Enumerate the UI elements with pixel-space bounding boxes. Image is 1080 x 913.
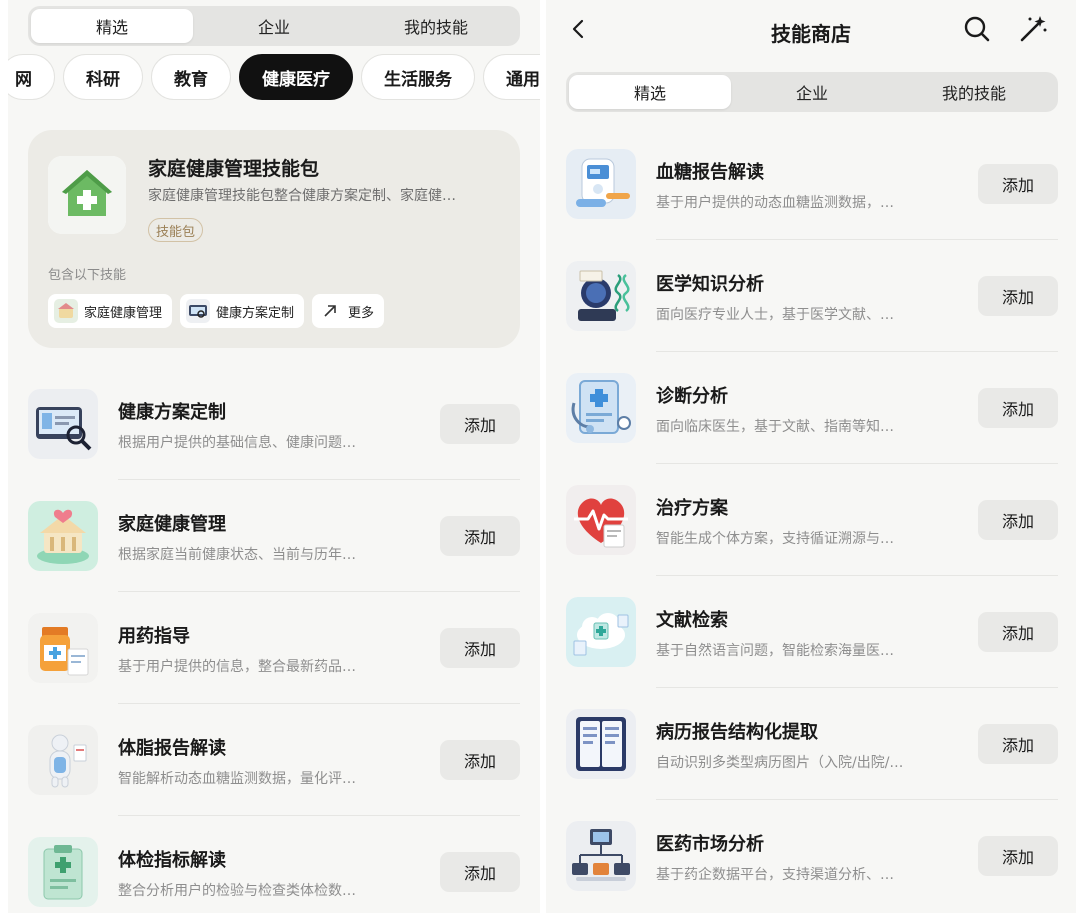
heart-pulse-icon <box>566 485 636 555</box>
add-button[interactable]: 添加 <box>978 836 1058 876</box>
item-description: 面向医疗专业人士，基于医学文献、… <box>656 307 894 323</box>
add-button[interactable]: 添加 <box>440 740 520 780</box>
item-title: 用药指导 <box>118 626 190 647</box>
add-button[interactable]: 添加 <box>978 388 1058 428</box>
tab-featured[interactable]: 精选 <box>569 75 731 109</box>
package-skill-list: 家庭健康管理 健康方案定制 更多 <box>48 294 385 328</box>
category-chip[interactable]: 网 <box>8 54 55 100</box>
list-item[interactable]: 医学知识分析 面向医疗专业人士，基于医学文献、… 添加 <box>566 240 1058 352</box>
category-chip-general[interactable]: 通用工 <box>483 54 540 100</box>
package-skill-label: 家庭健康管理 <box>84 305 163 321</box>
package-skill-family-health[interactable]: 家庭健康管理 <box>48 294 173 328</box>
health-plan-icon <box>28 389 98 459</box>
list-item[interactable]: 文献检索 基于自然语言问题，智能检索海量医… 添加 <box>566 576 1058 688</box>
package-title: 家庭健康管理技能包 <box>148 158 320 180</box>
item-title: 血糖报告解读 <box>656 162 764 183</box>
item-description: 面向临床医生，基于文献、指南等知… <box>656 419 894 435</box>
literature-cloud-icon <box>566 597 636 667</box>
list-item[interactable]: 医药市场分析 基于药企数据平台，支持渠道分析、… 添加 <box>566 800 1058 912</box>
add-button[interactable]: 添加 <box>440 628 520 668</box>
item-description: 基于自然语言问题，智能检索海量医… <box>656 643 894 659</box>
add-button[interactable]: 添加 <box>440 516 520 556</box>
list-item[interactable]: 健康方案定制 根据用户提供的基础信息、健康问题… 添加 <box>28 368 520 480</box>
search-button[interactable] <box>962 16 992 46</box>
skill-package-card[interactable]: 家庭健康管理技能包 家庭健康管理技能包整合健康方案定制、家庭健… 技能包 包含以… <box>28 130 520 348</box>
add-button[interactable]: 添加 <box>978 276 1058 316</box>
brain-dna-icon <box>566 261 636 331</box>
right-screen: 技能商店 精选 企业 我的技能 血糖报告解读 基于用户提供的动态血糖监测数据，…… <box>546 0 1076 913</box>
list-item[interactable]: 家庭健康管理 根据家庭当前健康状态、当前与历年… 添加 <box>28 480 520 592</box>
magic-wand-button[interactable] <box>1018 16 1048 46</box>
item-description: 自动识别多类型病历图片（入院/出院/… <box>656 755 904 771</box>
house-plus-icon <box>48 156 126 234</box>
item-title: 健康方案定制 <box>118 402 226 423</box>
add-button[interactable]: 添加 <box>978 500 1058 540</box>
list-item[interactable]: 诊断分析 面向临床医生，基于文献、指南等知… 添加 <box>566 352 1058 464</box>
item-title: 体脂报告解读 <box>118 738 226 759</box>
item-description: 基于用户提供的动态血糖监测数据，… <box>656 195 894 211</box>
list-item[interactable]: 治疗方案 智能生成个体方案，支持循证溯源与… 添加 <box>566 464 1058 576</box>
item-title: 病历报告结构化提取 <box>656 722 818 743</box>
item-title: 治疗方案 <box>656 498 728 519</box>
add-button[interactable]: 添加 <box>440 404 520 444</box>
tab-enterprise[interactable]: 企业 <box>731 75 893 109</box>
item-description: 根据用户提供的基础信息、健康问题… <box>118 435 356 451</box>
package-skill-label: 健康方案定制 <box>216 305 295 321</box>
add-button[interactable]: 添加 <box>978 164 1058 204</box>
search-icon <box>963 15 991 47</box>
add-button[interactable]: 添加 <box>440 852 520 892</box>
item-description: 基于药企数据平台，支持渠道分析、… <box>656 867 894 883</box>
package-skill-health-plan[interactable]: 健康方案定制 <box>180 294 305 328</box>
tab-featured[interactable]: 精选 <box>31 9 193 43</box>
category-chip-life-service[interactable]: 生活服务 <box>361 54 475 100</box>
category-chip-health[interactable]: 健康医疗 <box>239 54 353 100</box>
diagnosis-tablet-icon <box>566 373 636 443</box>
package-tag: 技能包 <box>148 218 204 242</box>
health-plan-icon <box>186 299 211 323</box>
checkup-clipboard-icon <box>28 837 98 907</box>
market-network-icon <box>566 821 636 891</box>
glucose-meter-icon <box>566 149 636 219</box>
list-item[interactable]: 病历报告结构化提取 自动识别多类型病历图片（入院/出院/… 添加 <box>566 688 1058 800</box>
package-description: 家庭健康管理技能包整合健康方案定制、家庭健… <box>148 188 456 204</box>
item-title: 家庭健康管理 <box>118 514 226 535</box>
medical-record-icon <box>566 709 636 779</box>
item-title: 医学知识分析 <box>656 274 764 295</box>
page-title: 技能商店 <box>771 22 851 46</box>
medicine-bottle-icon <box>28 613 98 683</box>
add-button[interactable]: 添加 <box>978 724 1058 764</box>
add-button[interactable]: 添加 <box>978 612 1058 652</box>
list-item[interactable]: 体检指标解读 整合分析用户的检验与检查类体检数… 添加 <box>28 816 520 913</box>
arrow-up-right-icon <box>318 299 343 323</box>
package-skill-more[interactable]: 更多 <box>312 294 385 328</box>
top-tabs: 精选 企业 我的技能 <box>566 72 1058 112</box>
category-chip-research[interactable]: 科研 <box>63 54 143 100</box>
item-description: 智能生成个体方案，支持循证溯源与… <box>656 531 894 547</box>
category-chips: 网 科研 教育 健康医疗 生活服务 通用工 <box>8 54 540 100</box>
tab-my-skills[interactable]: 我的技能 <box>893 75 1055 109</box>
body-fat-icon <box>28 725 98 795</box>
left-screen: 精选 企业 我的技能 网 科研 教育 健康医疗 生活服务 通用工 家庭健康管理技… <box>8 0 540 913</box>
category-chip-education[interactable]: 教育 <box>151 54 231 100</box>
list-item[interactable]: 血糖报告解读 基于用户提供的动态血糖监测数据，… 添加 <box>566 128 1058 240</box>
item-title: 诊断分析 <box>656 386 728 407</box>
item-description: 基于用户提供的信息，整合最新药品… <box>118 659 356 675</box>
item-description: 整合分析用户的检验与检查类体检数… <box>118 883 356 899</box>
item-title: 医药市场分析 <box>656 834 764 855</box>
list-item[interactable]: 体脂报告解读 智能解析动态血糖监测数据，量化评… 添加 <box>28 704 520 816</box>
family-health-icon <box>28 501 98 571</box>
item-description: 智能解析动态血糖监测数据，量化评… <box>118 771 356 787</box>
magic-wand-icon <box>1018 14 1048 48</box>
tab-enterprise[interactable]: 企业 <box>193 9 355 43</box>
package-skill-label: 更多 <box>348 305 375 321</box>
top-tabs: 精选 企业 我的技能 <box>28 6 520 46</box>
item-title: 体检指标解读 <box>118 850 226 871</box>
family-health-icon <box>54 299 78 323</box>
package-includes-label: 包含以下技能 <box>48 268 127 283</box>
item-description: 根据家庭当前健康状态、当前与历年… <box>118 547 356 563</box>
tab-my-skills[interactable]: 我的技能 <box>355 9 517 43</box>
list-item[interactable]: 用药指导 基于用户提供的信息，整合最新药品… 添加 <box>28 592 520 704</box>
item-title: 文献检索 <box>656 610 728 631</box>
